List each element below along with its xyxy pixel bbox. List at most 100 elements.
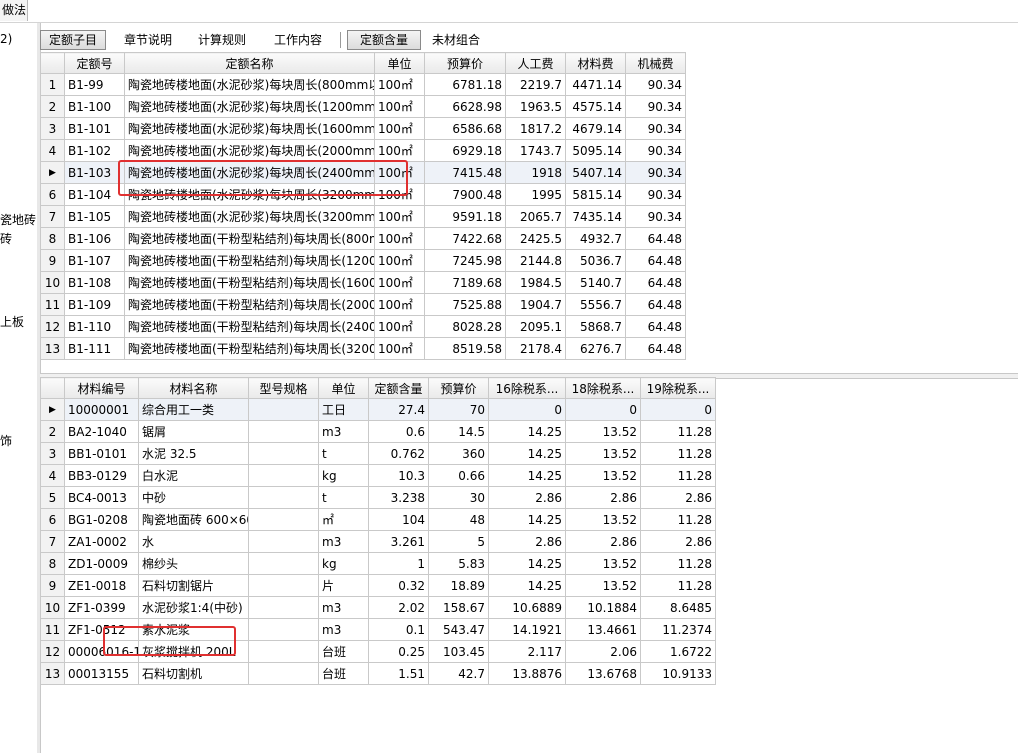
cell-material[interactable]: 4932.7 [565,227,626,250]
cell-code[interactable]: B1-104 [64,183,125,206]
tree-item[interactable]: 2) [0,32,12,46]
cell-unit[interactable]: 100㎡ [374,337,425,360]
cell-machine[interactable]: 90.34 [625,73,686,96]
cell-qty[interactable]: 3.238 [368,486,429,509]
cell-r16[interactable]: 2.117 [488,640,566,663]
cell-price[interactable]: 7245.98 [424,249,506,272]
cell-labor[interactable]: 1995 [505,183,566,206]
table-row[interactable]: 10 ZF1-0399 水泥砂浆1:4(中砂) m3 2.02 158.67 10.6889… [40,596,716,619]
cell-r19[interactable]: 11.28 [640,442,716,465]
row-number[interactable]: 10 [40,271,65,294]
cell-labor[interactable]: 2144.8 [505,249,566,272]
cell-r18[interactable]: 0 [565,398,641,421]
column-header[interactable]: 材料费 [565,52,626,74]
tree-item[interactable]: 砖 [0,230,12,247]
cell-name[interactable]: 水泥砂浆1:4(中砂) [138,596,249,619]
cell-machine[interactable]: 64.48 [625,249,686,272]
cell-unit[interactable]: 100㎡ [374,161,425,184]
column-header[interactable]: 定额号 [64,52,125,74]
cell-spec[interactable] [248,640,319,663]
table-row[interactable]: 8 ZD1-0009 棉纱头 kg 1 5.83 14.25 13.52 11.28 [40,552,716,575]
current-row-pointer[interactable]: ▶ [40,398,65,421]
cell-unit[interactable]: 片 [318,574,369,597]
column-header[interactable]: 16除税系... [488,377,566,399]
cell-spec[interactable] [248,398,319,421]
row-number[interactable]: 6 [40,508,65,531]
cell-r16[interactable]: 2.86 [488,486,566,509]
cell-r19[interactable]: 1.6722 [640,640,716,663]
row-number[interactable]: 8 [40,227,65,250]
cell-r19[interactable]: 8.6485 [640,596,716,619]
cell-unit[interactable]: 100㎡ [374,139,425,162]
cell-unit[interactable]: 台班 [318,662,369,685]
cell-unit[interactable]: 100㎡ [374,271,425,294]
cell-r18[interactable]: 13.52 [565,508,641,531]
row-number[interactable]: 9 [40,574,65,597]
cell-price[interactable]: 6929.18 [424,139,506,162]
tab-unpriced-combo[interactable]: 未材组合 [426,30,486,50]
cell-material[interactable]: 5095.14 [565,139,626,162]
tree-item[interactable]: 饰 [0,432,12,449]
cell-price[interactable]: 48 [428,508,489,531]
cell-spec[interactable] [248,618,319,641]
cell-spec[interactable] [248,552,319,575]
row-number[interactable]: 2 [40,420,65,443]
column-header[interactable]: 材料编号 [64,377,139,399]
cell-unit[interactable]: 100㎡ [374,227,425,250]
cell-machine[interactable]: 90.34 [625,139,686,162]
cell-code[interactable]: B1-109 [64,293,125,316]
cell-code[interactable]: B1-103 [64,161,125,184]
column-header[interactable]: 19除税系... [640,377,716,399]
cell-r16[interactable]: 14.1921 [488,618,566,641]
cell-name[interactable]: 锯屑 [138,420,249,443]
cell-machine[interactable]: 90.34 [625,205,686,228]
table-row[interactable]: 8 B1-106 陶瓷地砖楼地面(干粉型粘结剂)每块周长(800m 100㎡ 7422.… [40,227,686,250]
cell-qty[interactable]: 0.762 [368,442,429,465]
cell-code[interactable]: B1-100 [64,95,125,118]
cell-unit[interactable]: kg [318,552,369,575]
cell-code[interactable]: 00013155 [64,662,139,685]
tree-item[interactable]: 上板 [0,313,24,330]
tab-quota-items[interactable]: 定额子目 [40,30,106,50]
table-row[interactable]: 9 B1-107 陶瓷地砖楼地面(干粉型粘结剂)每块周长(1200 100㎡ 7245.… [40,249,686,272]
cell-labor[interactable]: 2219.7 [505,73,566,96]
cell-r16[interactable]: 13.8876 [488,662,566,685]
table-row[interactable]: 9 ZE1-0018 石料切割锯片 片 0.32 18.89 14.25 13.52 11.28 [40,574,716,597]
cell-material[interactable]: 7435.14 [565,205,626,228]
cell-material[interactable]: 6276.7 [565,337,626,360]
cell-unit[interactable]: ㎡ [318,508,369,531]
cell-r18[interactable]: 2.86 [565,530,641,553]
tree-item[interactable]: 瓷地砖 [0,211,36,228]
row-number[interactable]: 7 [40,205,65,228]
cell-r16[interactable]: 14.25 [488,508,566,531]
cell-name[interactable]: 陶瓷地面砖 600×60 [138,508,249,531]
cell-spec[interactable] [248,442,319,465]
cell-unit[interactable]: t [318,442,369,465]
cell-code[interactable]: B1-107 [64,249,125,272]
cell-price[interactable]: 70 [428,398,489,421]
cell-unit[interactable]: 100㎡ [374,293,425,316]
cell-r19[interactable]: 11.28 [640,420,716,443]
column-header[interactable]: 人工费 [505,52,566,74]
cell-qty[interactable]: 0.25 [368,640,429,663]
cell-price[interactable]: 7422.68 [424,227,506,250]
row-number[interactable]: 12 [40,315,65,338]
row-number[interactable]: 5 [40,486,65,509]
cell-qty[interactable]: 1 [368,552,429,575]
cell-labor[interactable]: 1743.7 [505,139,566,162]
cell-price[interactable]: 5.83 [428,552,489,575]
row-number[interactable]: 3 [40,117,65,140]
cell-price[interactable]: 543.47 [428,618,489,641]
cell-unit[interactable]: 100㎡ [374,205,425,228]
cell-spec[interactable] [248,464,319,487]
cell-qty[interactable]: 0.6 [368,420,429,443]
column-header[interactable]: 材料名称 [138,377,249,399]
cell-machine[interactable]: 90.34 [625,95,686,118]
cell-name[interactable]: 石料切割锯片 [138,574,249,597]
cell-code[interactable]: ZF1-0512 [64,618,139,641]
cell-r16[interactable]: 14.25 [488,574,566,597]
table-row[interactable]: 13 00013155 石料切割机 台班 1.51 42.7 13.8876 13.6768 1… [40,662,716,685]
cell-unit[interactable]: m3 [318,618,369,641]
cell-name[interactable]: 陶瓷地砖楼地面(水泥砂浆)每块周长(3200mml [124,205,375,228]
tab-quota-content[interactable]: 定额含量 [347,30,421,50]
